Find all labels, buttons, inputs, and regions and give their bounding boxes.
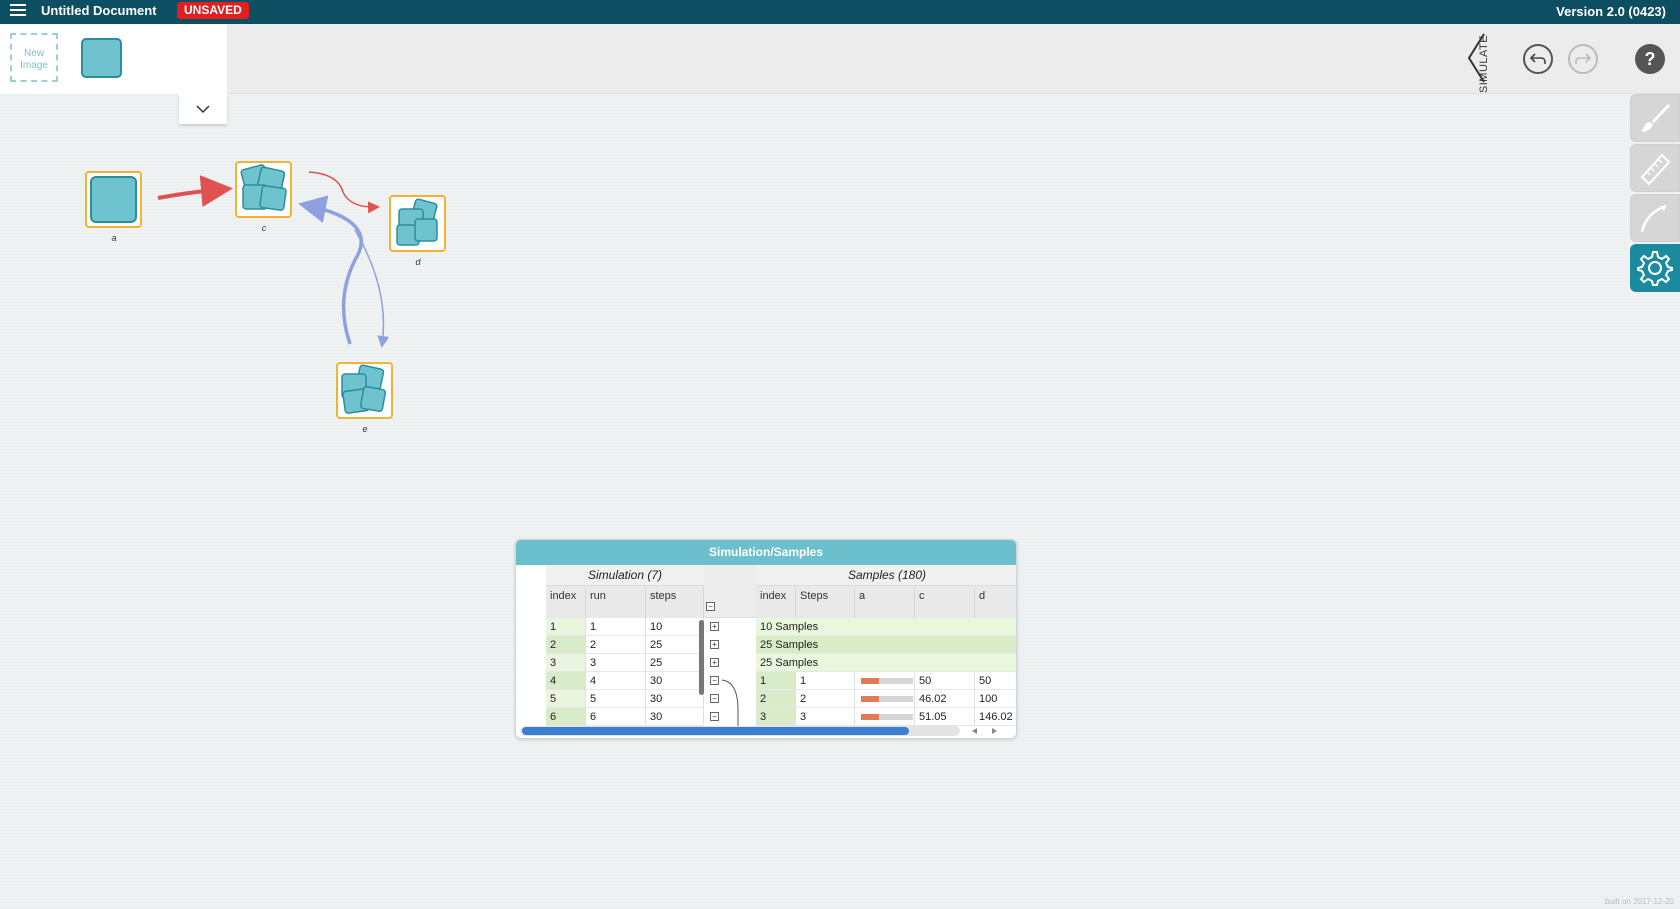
node-label-c: c	[261, 223, 267, 233]
column-header[interactable]: d	[975, 586, 1016, 618]
sample-index-cell[interactable]: 1	[756, 672, 796, 690]
sample-a-cell[interactable]	[855, 708, 915, 726]
collapse-all-icon[interactable]: −	[706, 602, 715, 611]
table-title[interactable]: Simulation/Samples	[516, 540, 1016, 565]
sim-run-cell[interactable]: 3	[586, 654, 646, 672]
sim-steps-cell[interactable]: 25	[646, 654, 704, 672]
node-d[interactable]	[389, 195, 446, 252]
samples-summary: 25 Samples	[756, 636, 1016, 654]
sim-index-cell[interactable]: 4	[546, 672, 586, 690]
link-a-to-c[interactable]	[157, 175, 233, 207]
column-header[interactable]: index	[546, 586, 586, 618]
link-c-to-d[interactable]	[308, 171, 380, 214]
sim-index-cell[interactable]: 3	[546, 654, 586, 672]
horizontal-scrollbar[interactable]	[520, 726, 960, 736]
sim-run-cell[interactable]: 2	[586, 636, 646, 654]
node-a[interactable]	[85, 171, 142, 228]
node-image	[90, 176, 137, 223]
sim-steps-cell[interactable]: 25	[646, 636, 704, 654]
sim-run-cell[interactable]: 6	[586, 708, 646, 726]
samples-group-header: Samples (180)	[756, 565, 1016, 586]
sample-steps-cell[interactable]: 3	[796, 708, 855, 726]
expander-column-header: −	[704, 565, 756, 618]
sim-steps-cell[interactable]: 30	[646, 708, 704, 726]
column-header[interactable]: Steps	[796, 586, 855, 618]
value-bar-fill	[861, 678, 879, 684]
sample-d-cell[interactable]: 100	[975, 690, 1016, 708]
sample-c-cell[interactable]: 46.02	[915, 690, 975, 708]
column-header[interactable]: run	[586, 586, 646, 618]
sample-a-cell[interactable]	[855, 672, 915, 690]
value-bar	[861, 678, 913, 684]
value-bar-fill	[861, 714, 879, 720]
node-label-a: a	[111, 233, 117, 243]
expand-icon[interactable]: +	[710, 622, 719, 631]
sim-index-cell[interactable]: 5	[546, 690, 586, 708]
node-c[interactable]	[235, 161, 292, 218]
sim-index-cell[interactable]: 6	[546, 708, 586, 726]
graph-links	[157, 171, 390, 348]
sample-d-cell[interactable]: 50	[975, 672, 1016, 690]
build-note: built on 2017-12-20	[1605, 897, 1674, 906]
scrollbar-thumb[interactable]	[522, 727, 909, 735]
sim-steps-cell[interactable]: 10	[646, 618, 704, 636]
samples-summary: 25 Samples	[756, 654, 1016, 672]
expand-icon[interactable]: +	[710, 640, 719, 649]
node-label-e: e	[362, 424, 368, 434]
sim-run-cell[interactable]: 1	[586, 618, 646, 636]
expand-icon[interactable]: +	[710, 658, 719, 667]
sim-index-cell[interactable]: 1	[546, 618, 586, 636]
scroll-arrows[interactable]	[970, 726, 1000, 736]
sample-index-cell[interactable]: 2	[756, 690, 796, 708]
sample-c-cell[interactable]: 50	[915, 672, 975, 690]
value-bar	[861, 696, 913, 702]
value-bar-fill	[861, 696, 879, 702]
scroll-left-icon	[972, 728, 977, 734]
samples-summary: 10 Samples	[756, 618, 1016, 636]
sample-a-cell[interactable]	[855, 690, 915, 708]
sample-steps-cell[interactable]: 2	[796, 690, 855, 708]
sample-c-cell[interactable]: 51.05	[915, 708, 975, 726]
sim-steps-cell[interactable]: 30	[646, 672, 704, 690]
sim-steps-cell[interactable]: 30	[646, 690, 704, 708]
simulation-samples-table[interactable]: Simulation/Samples Simulation (7) Sample…	[515, 539, 1017, 739]
value-bar	[861, 714, 913, 720]
scroll-right-icon	[992, 728, 997, 734]
expanded-connector	[721, 679, 739, 730]
column-header[interactable]: steps	[646, 586, 704, 618]
vertical-scrollbar[interactable]	[699, 620, 704, 695]
column-header[interactable]: c	[915, 586, 975, 618]
sim-index-cell[interactable]: 2	[546, 636, 586, 654]
node-label-d: d	[415, 257, 421, 267]
sample-steps-cell[interactable]: 1	[796, 672, 855, 690]
column-header[interactable]: index	[756, 586, 796, 618]
link-e-to-c[interactable]	[298, 195, 363, 345]
sim-run-cell[interactable]: 4	[586, 672, 646, 690]
column-header[interactable]: a	[855, 586, 915, 618]
sim-run-cell[interactable]: 5	[586, 690, 646, 708]
sample-index-cell[interactable]: 3	[756, 708, 796, 726]
stack-icon	[341, 364, 387, 414]
simulation-group-header: Simulation (7)	[546, 565, 704, 586]
sample-d-cell[interactable]: 146.02	[975, 708, 1016, 726]
stack-icon	[240, 164, 287, 211]
node-e[interactable]	[336, 362, 393, 419]
stack-icon	[396, 198, 438, 246]
